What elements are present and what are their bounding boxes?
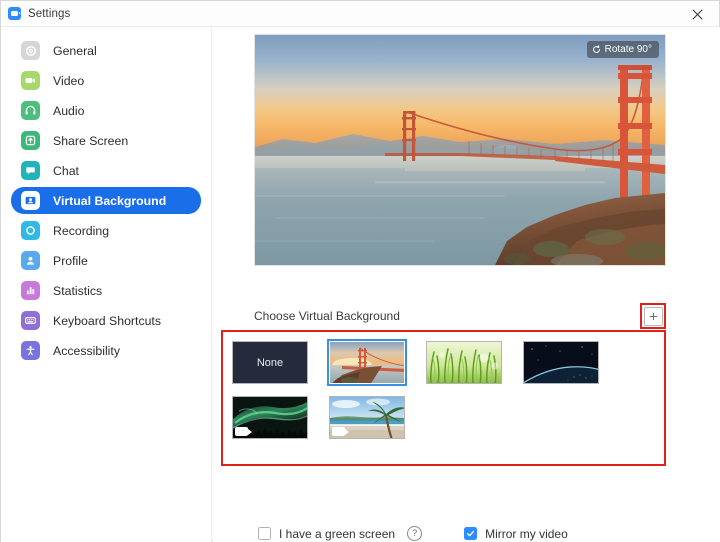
sidebar-item-statistics[interactable]: Statistics [11, 277, 201, 304]
add-button-annotation [640, 303, 666, 329]
choose-virtual-background-row: Choose Virtual Background [254, 303, 666, 329]
title-bar-left: Settings [1, 7, 70, 20]
zoom-camera-icon [8, 7, 21, 20]
rotate-90-label: Rotate 90° [604, 44, 652, 55]
sidebar-item-accessibility[interactable]: Accessibility [11, 337, 201, 364]
sidebar-item-label: General [53, 43, 97, 58]
backgrounds-grid: None [232, 339, 658, 439]
sidebar-item-label: Recording [53, 223, 110, 238]
green-screen-label: I have a green screen [279, 526, 396, 541]
chat-bubble-icon [21, 161, 40, 180]
sidebar-item-recording[interactable]: Recording [11, 217, 201, 244]
sidebar-item-general[interactable]: General [11, 37, 201, 64]
accessibility-icon [21, 341, 40, 360]
video-preview[interactable]: Rotate 90° [254, 34, 666, 266]
sidebar-item-share-screen[interactable]: Share Screen [11, 127, 201, 154]
background-thumb-label: None [256, 356, 284, 369]
sidebar-item-audio[interactable]: Audio [11, 97, 201, 124]
background-thumb-earth-from-space[interactable] [523, 341, 599, 384]
background-thumb-tropical-beach[interactable] [329, 396, 405, 439]
sidebar-item-label: Virtual Background [53, 193, 167, 208]
sidebar-item-profile[interactable]: Profile [11, 247, 201, 274]
record-circle-icon [21, 221, 40, 240]
video-badge-icon [332, 427, 349, 436]
window-title: Settings [28, 7, 71, 20]
rotate-90-button[interactable]: Rotate 90° [586, 41, 659, 58]
sidebar-item-label: Video [53, 73, 85, 88]
person-icon [21, 251, 40, 270]
checkmark-icon [467, 530, 475, 537]
sidebar-item-label: Keyboard Shortcuts [53, 313, 162, 328]
video-camera-icon [21, 71, 40, 90]
choose-virtual-background-label: Choose Virtual Background [254, 309, 400, 323]
sidebar-item-label: Chat [53, 163, 79, 178]
sidebar-item-label: Accessibility [53, 343, 120, 358]
green-grass-thumb-image [427, 342, 501, 383]
background-thumb-golden-gate-bridge[interactable] [327, 339, 407, 386]
mirror-video-checkbox[interactable] [464, 527, 478, 540]
background-thumb-none[interactable]: None [232, 341, 308, 384]
sidebar: General Video Audio Share Screen Chat Vi… [1, 27, 212, 542]
backgrounds-grid-annotation: None [221, 330, 666, 466]
sidebar-item-label: Share Screen [53, 133, 129, 148]
add-background-button[interactable] [643, 306, 663, 326]
virtual-background-pane: Rotate 90° Choose Virtual Background Non… [213, 27, 720, 542]
headphones-icon [21, 101, 40, 120]
sidebar-item-label: Profile [53, 253, 88, 268]
sidebar-item-chat[interactable]: Chat [11, 157, 201, 184]
keyboard-icon [21, 311, 40, 330]
person-card-icon [21, 191, 40, 210]
bar-chart-icon [21, 281, 40, 300]
gear-icon [21, 41, 40, 60]
video-badge-icon [235, 427, 252, 436]
settings-window: Settings General Video Audio Share Scree… [0, 0, 720, 542]
sidebar-item-keyboard-shortcuts[interactable]: Keyboard Shortcuts [11, 307, 201, 334]
green-screen-checkbox-group[interactable]: I have a green screen ? [258, 526, 423, 541]
golden-gate-bridge-sunset-image [255, 35, 665, 265]
question-mark-icon[interactable]: ? [407, 526, 423, 541]
mirror-video-label: Mirror my video [485, 526, 568, 541]
close-icon[interactable] [675, 1, 719, 27]
plus-icon [649, 312, 657, 320]
earth-from-space-thumb-image [524, 342, 598, 383]
title-bar: Settings [1, 1, 719, 27]
sidebar-item-label: Statistics [53, 283, 103, 298]
green-screen-checkbox[interactable] [258, 527, 271, 540]
sidebar-item-label: Audio [53, 103, 85, 118]
virtual-background-options: I have a green screen ? Mirror my video [258, 526, 568, 541]
question-mark-glyph: ? [412, 528, 418, 538]
sidebar-item-virtual-background[interactable]: Virtual Background [11, 187, 201, 214]
golden-gate-thumb-image [330, 342, 404, 383]
mirror-video-checkbox-group[interactable]: Mirror my video [464, 527, 568, 541]
sidebar-item-video[interactable]: Video [11, 67, 201, 94]
background-thumb-green-grass[interactable] [426, 341, 502, 384]
rotate-icon [592, 45, 600, 53]
upload-arrow-icon [21, 131, 40, 150]
background-thumb-aurora-borealis[interactable] [232, 396, 308, 439]
